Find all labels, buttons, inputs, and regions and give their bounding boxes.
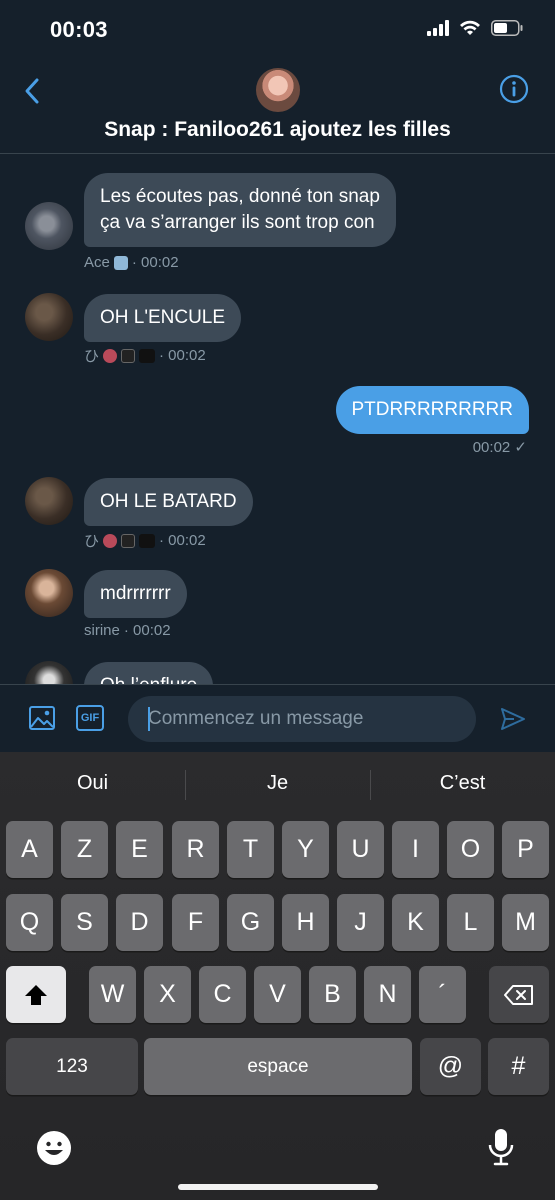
message-meta: Ace · 00:02 (84, 254, 179, 271)
spider-emoji-icon (121, 348, 136, 363)
sender-avatar[interactable] (25, 293, 73, 341)
sender-avatar[interactable] (25, 569, 73, 617)
vampire-emoji-icon (103, 533, 118, 548)
suggestion-word[interactable]: Oui (0, 772, 185, 795)
message-text: Les écoutes pas, donné ton snap (100, 186, 380, 207)
keyboard: Oui Je C’est A Z E R T Y U I O P Q S D F… (0, 752, 555, 1200)
microphone-icon[interactable] (487, 1128, 515, 1166)
key-t[interactable]: T (227, 821, 274, 878)
message-bubble[interactable]: OH LE BATARD (84, 478, 253, 526)
key-k[interactable]: K (392, 894, 439, 951)
key-v[interactable]: V (254, 966, 301, 1023)
at-key[interactable]: @ (420, 1038, 481, 1095)
numbers-key[interactable]: 123 (6, 1038, 138, 1095)
status-bar: 00:03 (0, 0, 555, 62)
hash-key[interactable]: # (488, 1038, 549, 1095)
message-list[interactable]: Les écoutes pas, donné ton snap ça va s’… (0, 155, 555, 684)
sender-avatar[interactable] (25, 202, 73, 250)
message-time: · 00:02 (123, 622, 171, 639)
key-e[interactable]: E (116, 821, 163, 878)
message-bubble-outgoing[interactable]: PTDRRRRRRRRR (335, 386, 529, 434)
wifi-icon (460, 20, 480, 35)
sender-avatar[interactable] (25, 661, 73, 684)
key-d[interactable]: D (116, 894, 163, 951)
back-arrow-icon[interactable] (20, 76, 44, 106)
message-text: OH L'ENCULE (100, 307, 226, 328)
key-o[interactable]: O (447, 821, 494, 878)
key-g[interactable]: G (227, 894, 274, 951)
shift-key[interactable] (6, 966, 66, 1023)
conversation-title[interactable]: Snap : Faniloo261 ajoutez les filles (0, 118, 555, 142)
status-time: 00:03 (50, 17, 108, 42)
key-c[interactable]: C (199, 966, 246, 1023)
backspace-icon (504, 984, 533, 1005)
message-bubble[interactable]: Les écoutes pas, donné ton snap ça va s’… (84, 173, 396, 247)
key-m[interactable]: M (502, 894, 549, 951)
key-w[interactable]: W (89, 966, 136, 1023)
key-accent[interactable]: ´ (419, 966, 466, 1023)
sender-name: ひ (84, 533, 100, 550)
spider-emoji-icon (121, 533, 136, 548)
key-z[interactable]: Z (61, 821, 108, 878)
sender-avatar[interactable] (25, 477, 73, 525)
key-j[interactable]: J (337, 894, 384, 951)
status-icons (427, 20, 523, 36)
message-meta: ひ · 00:02 (84, 530, 206, 551)
key-b[interactable]: B (309, 966, 356, 1023)
message-time: · 00:02 (159, 532, 206, 549)
gif-button[interactable]: GIF (76, 705, 104, 731)
suggestion-word[interactable]: C’est (370, 772, 555, 795)
message-meta: sirine · 00:02 (84, 622, 171, 639)
conversation-avatar[interactable] (256, 68, 300, 112)
message-text: ça va s’arranger ils sont trop con (100, 212, 375, 233)
message-bubble[interactable]: mdrrrrrrr (84, 570, 187, 618)
key-q[interactable]: Q (6, 894, 53, 951)
suggestion-word[interactable]: Je (185, 772, 370, 795)
black-flag-emoji-icon (139, 348, 156, 363)
text-cursor (148, 707, 150, 731)
key-x[interactable]: X (144, 966, 191, 1023)
key-s[interactable]: S (61, 894, 108, 951)
key-u[interactable]: U (337, 821, 384, 878)
backspace-key[interactable] (489, 966, 549, 1023)
emoji-icon[interactable] (36, 1130, 72, 1166)
image-icon[interactable] (28, 704, 56, 732)
message-text: PTDRRRRRRRRR (351, 399, 514, 420)
cellular-signal-icon (427, 20, 449, 36)
shift-arrow-icon (25, 984, 47, 1005)
key-r[interactable]: R (172, 821, 219, 878)
message-bubble[interactable]: Oh l’enflure (84, 662, 214, 684)
message-text: Oh l’enflure (100, 675, 197, 684)
suggestion-bar: Oui Je C’est (0, 752, 555, 818)
key-p[interactable]: P (502, 821, 549, 878)
key-h[interactable]: H (282, 894, 329, 951)
message-time: · 00:02 (159, 347, 206, 364)
sender-name: ひ (84, 348, 100, 365)
black-flag-emoji-icon (139, 533, 156, 548)
home-indicator[interactable] (178, 1184, 378, 1190)
key-f[interactable]: F (172, 894, 219, 951)
message-composer: GIF (0, 684, 555, 752)
info-icon[interactable] (499, 74, 529, 104)
ice-cube-emoji-icon (113, 255, 128, 270)
message-text: OH LE BATARD (100, 491, 237, 512)
message-time: · 00:02 (131, 254, 179, 271)
message-bubble[interactable]: OH L'ENCULE (84, 294, 242, 342)
battery-icon (491, 20, 523, 36)
space-key[interactable]: espace (144, 1038, 412, 1095)
sender-name: sirine (84, 622, 120, 639)
key-a[interactable]: A (6, 821, 53, 878)
sender-name: Ace (84, 254, 110, 271)
key-i[interactable]: I (392, 821, 439, 878)
message-text: mdrrrrrrr (100, 583, 171, 604)
vampire-emoji-icon (103, 348, 118, 363)
key-n[interactable]: N (364, 966, 411, 1023)
conversation-header: Snap : Faniloo261 ajoutez les filles (0, 62, 555, 154)
message-meta: 00:02 ✓ (472, 439, 527, 456)
key-l[interactable]: L (447, 894, 494, 951)
message-input[interactable] (128, 696, 476, 742)
message-meta: ひ · 00:02 (84, 345, 206, 366)
key-y[interactable]: Y (282, 821, 329, 878)
send-icon[interactable] (499, 705, 527, 733)
